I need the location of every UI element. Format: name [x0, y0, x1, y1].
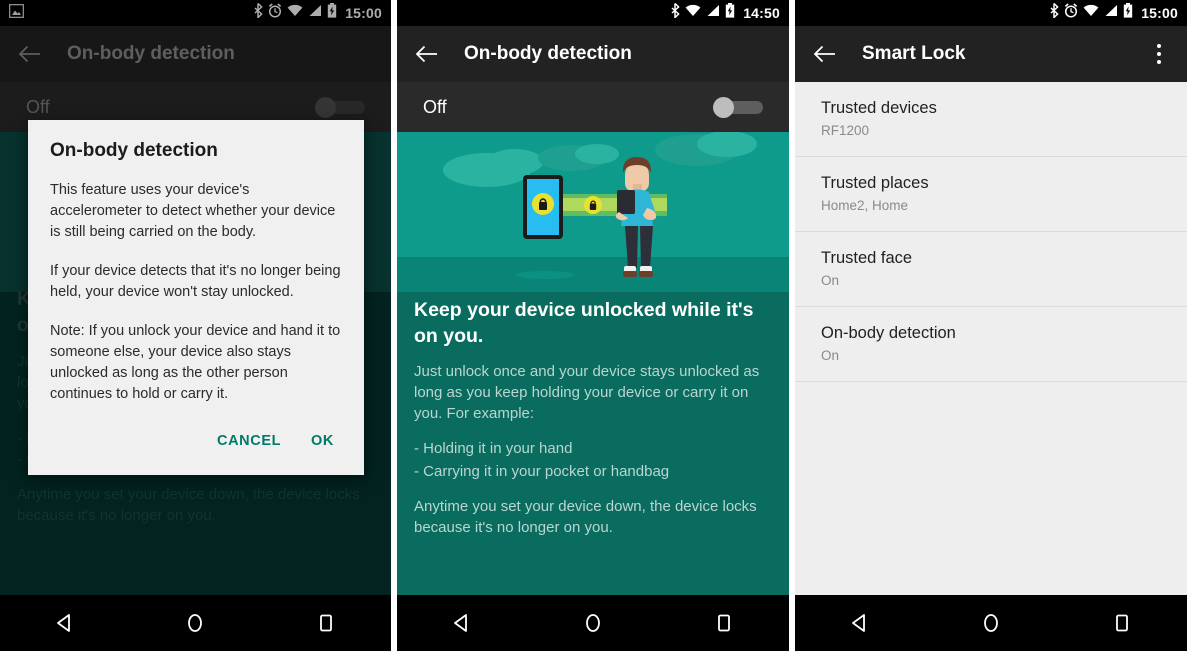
battery-charging-icon	[1123, 3, 1133, 23]
signal-icon	[1104, 4, 1118, 22]
smart-lock-settings-list: Trusted devices RF1200 Trusted places Ho…	[795, 82, 1187, 595]
nav-home-icon[interactable]	[165, 600, 225, 646]
dialog-actions: CANCEL OK	[50, 423, 342, 467]
status-bar: 14:50	[397, 0, 789, 26]
list-item-title: Trusted face	[821, 249, 913, 267]
page-title: On-body detection	[464, 43, 632, 64]
content-heading: Keep your device unlocked while it's on …	[414, 299, 754, 347]
nav-recents-icon[interactable]	[694, 600, 754, 646]
status-bar: 15:00	[795, 0, 1187, 26]
nav-back-icon[interactable]	[35, 600, 95, 646]
nav-home-icon[interactable]	[563, 600, 623, 646]
dialog-paragraph-2: If your device detects that it's no long…	[50, 263, 341, 300]
signal-icon	[706, 4, 720, 22]
wifi-icon	[1083, 4, 1099, 22]
navigation-bar	[397, 595, 789, 651]
phone-screen-on-body-detection-dialog: 15:00 On-body detection Off Keep your de…	[0, 0, 391, 651]
content-bullet-2: - Carrying it in your pocket or handbag	[414, 463, 670, 480]
navigation-bar	[795, 595, 1187, 651]
dialog-paragraph-1: This feature uses your device's accelero…	[50, 182, 336, 240]
navigation-bar	[0, 595, 391, 651]
on-body-detection-dialog: On-body detection This feature uses your…	[28, 120, 364, 475]
action-bar: Smart Lock	[795, 26, 1187, 82]
bluetooth-icon	[670, 2, 680, 23]
overflow-dot	[1157, 60, 1161, 64]
bluetooth-icon	[1049, 2, 1059, 23]
content-paragraph-1: Just unlock once and your device stays u…	[414, 363, 760, 422]
nav-home-icon[interactable]	[961, 600, 1021, 646]
list-item-title: Trusted devices	[821, 99, 937, 117]
dialog-title: On-body detection	[50, 140, 218, 161]
nav-back-icon[interactable]	[830, 600, 890, 646]
action-bar: On-body detection	[397, 26, 789, 82]
wifi-icon	[685, 4, 701, 22]
nav-back-icon[interactable]	[432, 600, 492, 646]
list-item-subtitle: On	[821, 348, 840, 363]
list-item[interactable]: Trusted devices RF1200	[795, 82, 1187, 157]
list-item-title: On-body detection	[821, 324, 956, 342]
list-item-subtitle: RF1200	[821, 123, 870, 138]
nav-recents-icon[interactable]	[1092, 600, 1152, 646]
list-item[interactable]: Trusted face On	[795, 232, 1187, 307]
phone-screen-smart-lock: 15:00 Smart Lock Trusted devices RF1200 …	[795, 0, 1187, 651]
battery-charging-icon	[725, 3, 735, 23]
overflow-dot	[1157, 44, 1161, 48]
ok-button[interactable]: OK	[309, 429, 336, 453]
back-arrow-icon[interactable]	[808, 37, 842, 71]
overflow-dot	[1157, 52, 1161, 56]
list-item[interactable]: Trusted places Home2, Home	[795, 157, 1187, 232]
list-item-subtitle: Home2, Home	[821, 198, 909, 213]
content-paragraph-2: Anytime you set your device down, the de…	[414, 498, 757, 536]
content-text: Keep your device unlocked while it's on …	[414, 297, 775, 552]
cancel-button[interactable]: CANCEL	[215, 429, 283, 453]
list-item-subtitle: On	[821, 273, 840, 288]
alarm-icon	[1064, 3, 1078, 23]
three-panel-screenshot: 15:00 On-body detection Off Keep your de…	[0, 0, 1187, 651]
list-item[interactable]: On-body detection On	[795, 307, 1187, 382]
person-holding-phone-with-lock-illustration	[397, 132, 789, 292]
nav-recents-icon[interactable]	[296, 600, 356, 646]
page-title: Smart Lock	[862, 43, 966, 64]
status-clock: 15:00	[1141, 5, 1178, 21]
on-body-detection-toggle[interactable]	[713, 97, 763, 118]
overflow-menu-icon[interactable]	[1144, 34, 1174, 74]
dialog-paragraph-3: Note: If you unlock your device and hand…	[50, 323, 341, 402]
content-bullet-1: - Holding it in your hand	[414, 440, 573, 457]
list-item-title: Trusted places	[821, 174, 929, 192]
phone-screen-on-body-detection: 14:50 On-body detection Off Keep your de…	[397, 0, 789, 651]
status-clock: 14:50	[743, 5, 780, 21]
on-body-detection-content: Keep your device unlocked while it's on …	[397, 132, 789, 595]
on-body-detection-switch-row[interactable]: Off	[397, 82, 789, 132]
back-arrow-icon[interactable]	[410, 37, 444, 71]
switch-state-label: Off	[423, 96, 447, 117]
toggle-thumb	[713, 97, 734, 118]
